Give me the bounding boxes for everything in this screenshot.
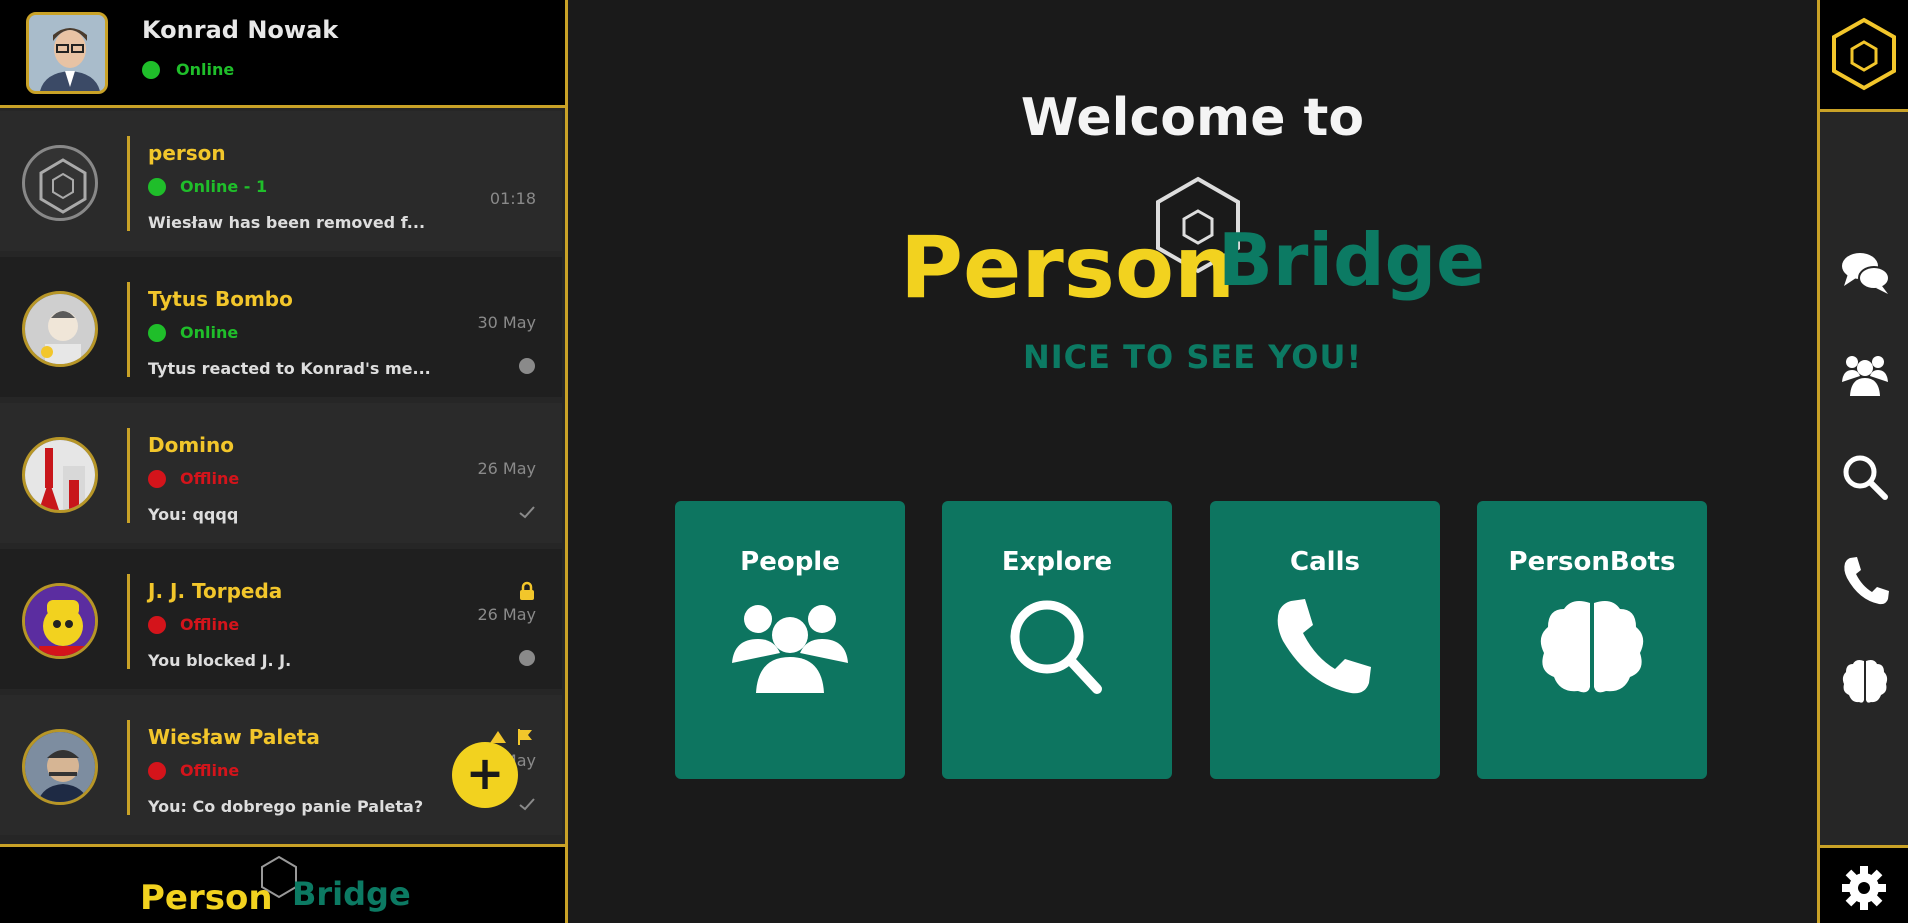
chat-status-label: Offline bbox=[180, 761, 240, 780]
chat-status-label: Online - 1 bbox=[180, 177, 268, 196]
footer-brand-left: Person bbox=[140, 878, 273, 918]
footer-logo: Person Bridge bbox=[0, 844, 565, 923]
divider bbox=[127, 574, 130, 669]
status-dot-icon bbox=[148, 615, 166, 634]
tile-label: Calls bbox=[1290, 547, 1360, 577]
status-dot-icon bbox=[148, 323, 166, 342]
users-icon bbox=[732, 605, 848, 693]
chat-time: 30 May bbox=[477, 313, 536, 332]
chat-last-message: Tytus reacted to Konrad's me... bbox=[148, 359, 431, 378]
app-window: Konrad Nowak Online person Online - 1 Wi… bbox=[0, 0, 1908, 923]
chat-status: Offline bbox=[148, 615, 239, 634]
welcome-panel: Welcome to Person Bridge NICE TO SEE YOU… bbox=[568, 0, 1817, 923]
explore-tile[interactable]: Explore bbox=[942, 501, 1172, 779]
status-dot-icon bbox=[148, 761, 166, 780]
chat-name: Domino bbox=[148, 433, 235, 457]
chat-time: 26 May bbox=[477, 459, 536, 478]
chat-name: Tytus Bombo bbox=[148, 287, 293, 311]
tile-label: People bbox=[740, 547, 840, 577]
status-dot-icon bbox=[142, 60, 160, 79]
search-icon bbox=[1010, 600, 1102, 694]
settings-button[interactable] bbox=[1820, 845, 1908, 923]
chat-status-label: Offline bbox=[180, 469, 240, 488]
divider bbox=[127, 136, 130, 231]
chat-list-item[interactable]: Domino Offline You: qqqq 26 May bbox=[0, 403, 562, 543]
people-tile[interactable]: People bbox=[675, 501, 905, 779]
calls-tile[interactable]: Calls bbox=[1210, 501, 1440, 779]
chat-last-message: You: qqqq bbox=[148, 505, 239, 524]
brand-logo: Person Bridge bbox=[900, 176, 1485, 315]
chat-list-item[interactable]: Tytus Bombo Online Tytus reacted to Konr… bbox=[0, 257, 562, 397]
chat-icon[interactable] bbox=[1840, 248, 1890, 298]
sent-icon bbox=[519, 798, 535, 811]
personbots-tile[interactable]: PersonBots bbox=[1477, 501, 1707, 779]
user-profile-header[interactable]: Konrad Nowak Online bbox=[0, 0, 565, 108]
brand-person: Person bbox=[900, 218, 1235, 315]
chat-list: person Online - 1 Wiesław has been remov… bbox=[0, 111, 565, 844]
right-nav-rail bbox=[1817, 0, 1908, 923]
divider bbox=[127, 720, 130, 815]
greeting-subtitle: NICE TO SEE YOU! bbox=[1022, 338, 1363, 376]
chat-time: 01:18 bbox=[489, 189, 536, 208]
chat-time: 26 May bbox=[477, 605, 536, 624]
welcome-heading: Welcome to bbox=[1020, 88, 1365, 148]
tile-label: PersonBots bbox=[1508, 547, 1676, 577]
users-icon[interactable] bbox=[1840, 350, 1890, 400]
contact-avatar bbox=[22, 437, 98, 513]
status-dot-icon bbox=[148, 177, 166, 196]
chat-last-message: You: Co dobrego panie Paleta? bbox=[148, 797, 424, 816]
user-status-label: Online bbox=[176, 60, 235, 79]
chat-status: Offline bbox=[148, 469, 239, 488]
app-logo-button[interactable] bbox=[1820, 0, 1908, 112]
chat-sidebar: Konrad Nowak Online person Online - 1 Wi… bbox=[0, 0, 568, 923]
contact-avatar bbox=[22, 291, 98, 367]
gear-icon bbox=[1842, 866, 1886, 910]
user-name: Konrad Nowak bbox=[142, 16, 339, 44]
footer-brand-right: Bridge bbox=[292, 875, 411, 913]
brain-icon[interactable] bbox=[1840, 658, 1890, 708]
chat-status-label: Offline bbox=[180, 615, 240, 634]
search-icon[interactable] bbox=[1840, 452, 1890, 502]
user-status: Online bbox=[142, 60, 234, 79]
brain-icon bbox=[1540, 601, 1644, 693]
lock-icon bbox=[520, 581, 534, 600]
tile-label: Explore bbox=[1001, 547, 1113, 577]
phone-icon bbox=[1277, 599, 1371, 694]
chat-status: Offline bbox=[148, 761, 239, 780]
chat-name: J. J. Torpeda bbox=[148, 579, 283, 603]
chat-list-item[interactable]: J. J. Torpeda Offline You blocked J. J. … bbox=[0, 549, 562, 689]
status-dot-icon bbox=[148, 469, 166, 488]
divider bbox=[127, 428, 130, 523]
blocked-icon bbox=[519, 650, 535, 666]
chat-name: person bbox=[148, 141, 226, 165]
chat-last-message: You blocked J. J. bbox=[148, 651, 292, 670]
new-chat-button[interactable]: + bbox=[452, 742, 518, 808]
chat-status: Online - 1 bbox=[148, 177, 267, 196]
checkmark-icon bbox=[519, 506, 535, 519]
phone-icon[interactable] bbox=[1840, 556, 1890, 606]
user-avatar[interactable] bbox=[26, 12, 108, 94]
group-avatar bbox=[22, 145, 98, 221]
divider bbox=[127, 282, 130, 377]
brand-bridge: Bridge bbox=[1218, 218, 1485, 302]
chat-name: Wiesław Paleta bbox=[148, 725, 320, 749]
reaction-icon bbox=[519, 358, 535, 374]
contact-avatar bbox=[22, 583, 98, 659]
chat-list-item[interactable]: person Online - 1 Wiesław has been remov… bbox=[0, 111, 562, 251]
hexagon-logo-icon bbox=[1832, 17, 1896, 91]
chat-status-label: Online bbox=[180, 323, 239, 342]
contact-avatar bbox=[22, 729, 98, 805]
chat-last-message: Wiesław has been removed f... bbox=[148, 213, 426, 232]
chat-status: Online bbox=[148, 323, 238, 342]
